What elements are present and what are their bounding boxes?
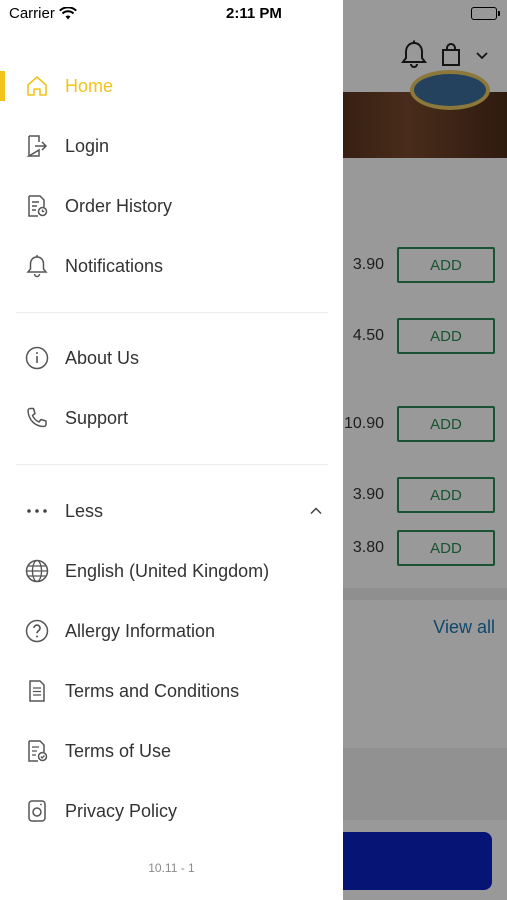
home-icon [24,73,50,99]
menu-item-order-history[interactable]: Order History [0,178,343,234]
menu-item-about-us[interactable]: About Us [0,330,343,386]
carrier-name: Carrier [9,5,55,22]
menu-item-label: Login [65,135,110,156]
more-dots-icon [24,498,50,524]
menu-item-login[interactable]: Login [0,118,343,174]
question-icon [24,618,50,644]
menu-item-label: Privacy Policy [65,800,178,821]
privacy-icon [24,798,50,824]
info-icon [24,345,50,371]
menu-item-label: Notifications [65,255,164,276]
menu-divider [16,312,328,313]
wifi-icon [58,7,77,20]
menu-item-terms-of-use[interactable]: Terms of Use [0,723,343,779]
menu-item-notifications[interactable]: Notifications [0,238,343,294]
login-icon [24,133,50,159]
menu-toggle-less[interactable]: Less [0,483,343,539]
menu-item-home[interactable]: Home [0,58,343,114]
battery-icon [471,7,500,20]
menu-item-language[interactable]: English (United Kingdom) [0,543,343,599]
menu-item-label: Less [65,500,104,521]
menu-item-label: Home [65,75,114,96]
phone-icon [24,405,50,431]
clock: 2:11 PM [226,5,282,22]
document-icon [24,678,50,704]
menu-item-label: Terms of Use [65,740,172,761]
carrier-indicator: Carrier [9,5,77,22]
status-bar: Carrier 2:11 PM [0,0,507,30]
app-version: 10.11 - 1 [148,861,195,875]
chevron-up-icon [309,504,323,518]
menu-item-terms-and-conditions[interactable]: Terms and Conditions [0,663,343,719]
menu-item-label: Support [65,407,129,428]
menu-item-allergy-information[interactable]: Allergy Information [0,603,343,659]
menu-item-label: About Us [65,347,140,368]
document-check-icon [24,738,50,764]
menu-divider [16,464,328,465]
bell-icon [24,253,50,279]
menu-item-label: Allergy Information [65,620,216,641]
menu-item-label: Terms and Conditions [65,680,240,701]
globe-icon [24,558,50,584]
menu-item-label: English (United Kingdom) [65,560,270,581]
side-drawer: Home Login Order History Notifications A… [0,0,343,900]
menu-item-privacy-policy[interactable]: Privacy Policy [0,783,343,839]
menu-item-support[interactable]: Support [0,390,343,446]
menu-item-label: Order History [65,195,173,216]
order-history-icon [24,193,50,219]
